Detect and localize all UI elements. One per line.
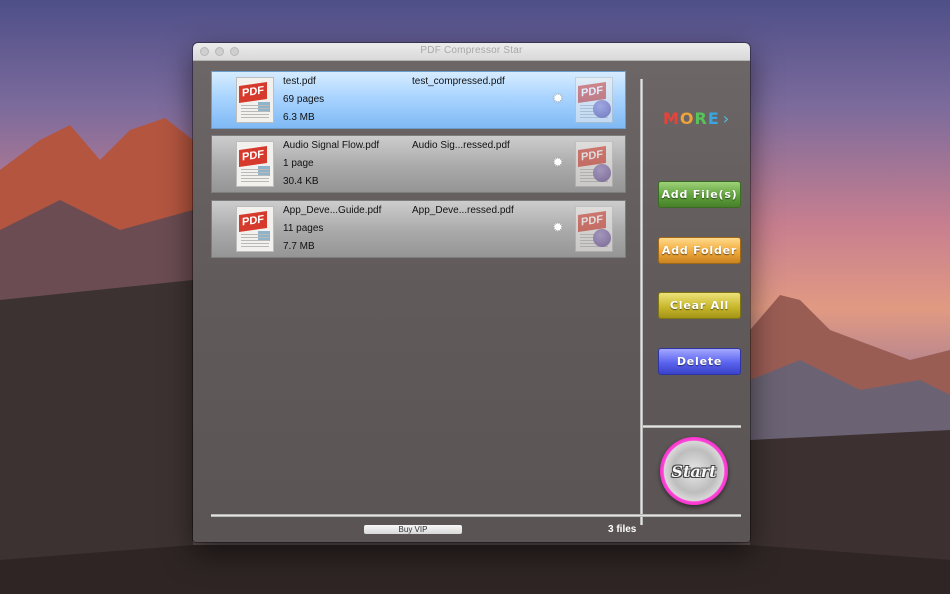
file-count-label: 3 files [608,524,637,535]
output-file-name: Audio Sig...ressed.pdf [412,140,510,151]
buy-vip-button[interactable]: Buy VIP [364,525,462,534]
clear-all-button[interactable]: Clear All [658,292,741,319]
input-file-name: test.pdf [283,76,316,87]
page-count: 1 page [283,158,314,169]
delete-button[interactable]: Delete [658,348,741,375]
pdf-output-thumbnail: PDF [575,77,613,123]
gear-icon[interactable]: ✹ [552,220,566,234]
more-apps-link[interactable]: MORE › [663,109,730,128]
add-files-button[interactable]: Add File(s) [658,181,741,208]
page-count: 69 pages [283,94,325,105]
pdf-input-thumbnail: PDF [236,141,274,187]
file-row-app-dev-guide[interactable]: PDF App_Deve...Guide.pdf 11 pages 7.7 MB… [211,200,626,258]
chevron-right-icon: › [722,109,731,128]
page-count: 11 pages [283,223,324,234]
pdf-input-thumbnail: PDF [236,206,274,252]
vertical-divider [640,79,643,525]
window-title: PDF Compressor Star [420,45,523,56]
title-bar[interactable]: PDF Compressor Star [193,43,750,61]
pdf-input-thumbnail: PDF [236,77,274,123]
file-size: 6.3 MB [283,112,315,123]
output-file-name: test_compressed.pdf [412,76,505,87]
file-row-audio-signal-flow[interactable]: PDF Audio Signal Flow.pdf 1 page 30.4 KB… [211,135,626,193]
file-size: 30.4 KB [283,176,319,187]
pdf-output-thumbnail: PDF [575,206,613,252]
gear-icon[interactable]: ✹ [552,91,566,105]
output-file-name: App_Deve...ressed.pdf [412,205,514,216]
input-file-name: App_Deve...Guide.pdf [283,205,382,216]
file-size: 7.7 MB [283,241,315,252]
right-panel-divider [643,425,741,428]
app-window: PDF Compressor Star PDF test.pdf 69 page… [193,43,750,542]
bottom-divider [211,514,741,517]
start-label: Start [671,462,717,481]
start-button[interactable]: Start [660,437,728,505]
input-file-name: Audio Signal Flow.pdf [283,140,380,151]
pdf-output-thumbnail: PDF [575,141,613,187]
gear-icon[interactable]: ✹ [552,155,566,169]
file-row-test[interactable]: PDF test.pdf 69 pages 6.3 MB test_compre… [211,71,626,129]
add-folder-button[interactable]: Add Folder [658,237,741,264]
